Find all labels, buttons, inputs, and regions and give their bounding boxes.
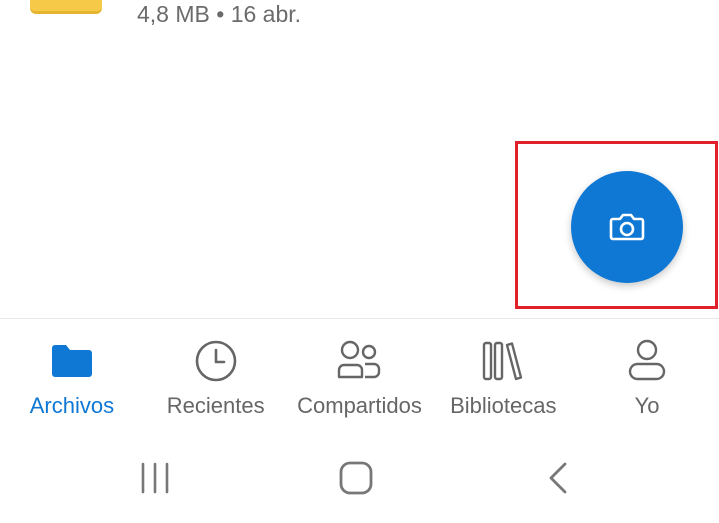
- screen: 4,8 MB • 16 abr. Archivos Recientes Comp…: [0, 0, 719, 523]
- folder-thumbnail-icon: [30, 0, 102, 14]
- nav-label: Recientes: [166, 393, 265, 418]
- folder-icon: [48, 339, 96, 383]
- camera-icon: [609, 213, 645, 241]
- bottom-navigation: Archivos Recientes Compartidos Bibliotec…: [0, 318, 719, 430]
- library-icon: [479, 339, 527, 383]
- nav-label: Yo: [634, 393, 660, 418]
- camera-fab-button[interactable]: [571, 171, 683, 283]
- back-icon: [549, 462, 567, 494]
- more-options-icon[interactable]: [677, 0, 697, 6]
- nav-item-compartidos[interactable]: Compartidos: [288, 319, 432, 430]
- home-icon: [339, 461, 373, 495]
- people-icon: [335, 339, 383, 383]
- person-icon: [623, 339, 671, 383]
- clock-icon: [192, 339, 240, 383]
- nav-label: Compartidos: [297, 393, 422, 418]
- nav-item-bibliotecas[interactable]: Bibliotecas: [431, 319, 575, 430]
- list-item[interactable]: 4,8 MB • 16 abr.: [0, 0, 719, 40]
- nav-item-yo[interactable]: Yo: [575, 319, 719, 430]
- recents-button[interactable]: [130, 458, 180, 498]
- nav-item-archivos[interactable]: Archivos: [0, 319, 144, 430]
- nav-label: Archivos: [29, 393, 115, 418]
- home-button[interactable]: [331, 458, 381, 498]
- system-navigation-bar: [0, 440, 719, 523]
- recents-icon: [141, 462, 169, 494]
- file-meta: 4,8 MB • 16 abr.: [137, 1, 302, 27]
- back-button[interactable]: [533, 458, 583, 498]
- nav-item-recientes[interactable]: Recientes: [144, 319, 288, 430]
- nav-label: Bibliotecas: [450, 393, 557, 418]
